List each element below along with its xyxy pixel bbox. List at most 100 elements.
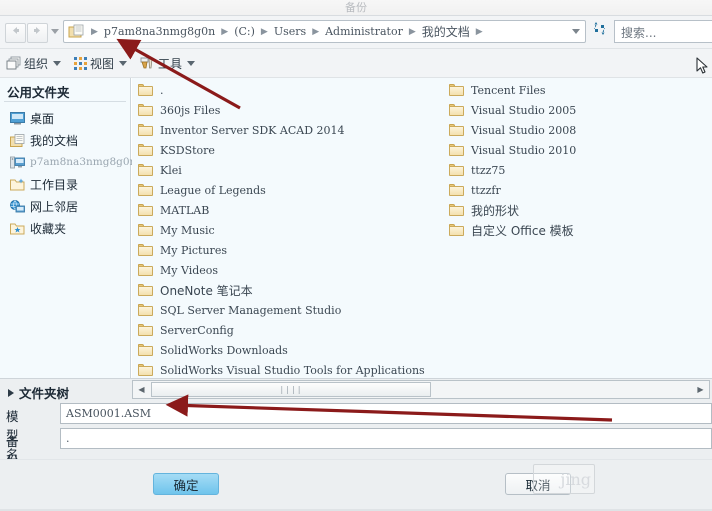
address-dropdown-button[interactable] [572,29,580,34]
chevron-down-icon [187,60,196,66]
file-row[interactable]: SolidWorks Visual Studio Tools for Appli… [138,360,458,378]
forward-arrow-icon [34,27,40,34]
file-row[interactable]: League of Legends [138,180,458,200]
breadcrumb-separator: ▶ [221,26,229,36]
sidebar-item-label: 我的文档 [30,133,79,148]
horizontal-scrollbar[interactable]: ◀ |||| ▶ [132,380,710,399]
file-row[interactable]: Tencent Files [449,80,709,100]
breadcrumb-item-administrator[interactable]: Administrator [322,25,406,38]
folder-icon [449,144,464,156]
working-directory-icon [10,178,25,190]
model-name-field[interactable]: ASM0001.ASM [60,403,712,424]
scrollbar-thumb[interactable]: |||| [151,382,431,397]
file-row[interactable]: ttzz75 [449,160,709,180]
folder-tree-bar: 文件夹树 ◀ |||| ▶ [0,378,712,403]
file-list-column-1: . 360js Files Inventor Server SDK ACAD 2… [138,80,458,378]
toolbar-organize-button[interactable]: 组织 [6,53,62,73]
file-row[interactable]: 自定义 Office 模板 [449,220,709,240]
refresh-button[interactable] [590,21,610,42]
folder-tree-expander[interactable]: 文件夹树 [8,383,69,402]
folder-icon [138,204,153,216]
file-name: ServerConfig [160,323,234,337]
file-row[interactable]: My Videos [138,260,458,280]
file-name: Inventor Server SDK ACAD 2014 [160,123,345,137]
folder-open-icon [68,24,84,38]
sidebar-item-my-documents[interactable]: 我的文档 [10,130,78,150]
file-name: 360js Files [160,103,221,117]
ok-button[interactable]: 确定 [153,473,219,495]
file-row[interactable]: 我的形状 [449,200,709,220]
scroll-left-arrow-icon[interactable]: ◀ [134,382,149,397]
file-row[interactable]: My Pictures [138,240,458,260]
file-row[interactable]: Visual Studio 2005 [449,100,709,120]
toolbar-tools-button[interactable]: 工具 [140,53,196,73]
file-row[interactable]: ServerConfig [138,320,458,340]
sidebar-item-working-directory[interactable]: 工作目录 [10,174,78,194]
main-body: 公用文件夹 桌面 我的文档 p7am8na3nmg8g0n 工作目录 网上邻居 … [0,78,712,378]
folder-icon [138,104,153,116]
breadcrumb-item-computer[interactable]: p7am8na3nmg8g0n [101,25,218,38]
sidebar-item-label: p7am8na3nmg8g0n [30,156,137,168]
folder-icon [138,324,153,336]
toolbar-view-button[interactable]: 视图 [74,53,128,73]
file-row[interactable]: Visual Studio 2008 [449,120,709,140]
mouse-pointer-icon [696,57,708,74]
file-row[interactable]: . [138,80,458,100]
file-row[interactable]: Visual Studio 2010 [449,140,709,160]
file-row[interactable]: ttzzfr [449,180,709,200]
file-row[interactable]: SQL Server Management Studio [138,300,458,320]
scrollbar-grip: |||| [279,385,303,394]
file-row[interactable]: SolidWorks Downloads [138,340,458,360]
sidebar-item-favorites[interactable]: 收藏夹 [10,218,66,238]
folder-icon [449,124,464,136]
folder-tree-label: 文件夹树 [19,386,70,401]
file-row[interactable]: Inventor Server SDK ACAD 2014 [138,120,458,140]
search-input[interactable]: 搜索... [614,20,712,43]
file-list-column-2: Tencent Files Visual Studio 2005 Visual … [449,80,709,240]
sidebar-item-computer[interactable]: p7am8na3nmg8g0n [10,152,136,172]
folder-icon [138,224,153,236]
chevron-down-icon [119,60,128,66]
file-name: Visual Studio 2010 [471,143,577,157]
backup-to-field[interactable]: . [60,428,712,449]
history-dropdown-button[interactable] [51,29,59,34]
address-bar[interactable]: ▶ p7am8na3nmg8g0n ▶ (C:) ▶ Users ▶ Admin… [63,20,586,43]
scroll-right-arrow-icon[interactable]: ▶ [693,382,708,397]
documents-icon [10,133,25,147]
back-button[interactable] [5,23,26,43]
title-bar: 备份 [0,0,712,16]
breadcrumb-item-drive[interactable]: (C:) [231,25,258,38]
breadcrumb-separator: ▶ [475,26,483,36]
network-icon [10,199,25,212]
sidebar: 公用文件夹 桌面 我的文档 p7am8na3nmg8g0n 工作目录 网上邻居 … [0,78,136,378]
file-name: ttzz75 [471,163,506,177]
triangle-right-icon [8,388,14,397]
file-name: Klei [160,163,182,177]
breadcrumb-item-users[interactable]: Users [271,25,309,38]
folder-icon [138,144,153,156]
button-bar: 确定 取消 [0,459,712,511]
folder-icon [138,344,153,356]
sidebar-title: 公用文件夹 [7,85,70,100]
sidebar-item-label: 网上邻居 [30,199,79,214]
file-name: SolidWorks Downloads [160,343,288,357]
sidebar-item-desktop[interactable]: 桌面 [10,108,54,128]
file-name: 我的形状 [471,203,520,218]
tools-icon [140,56,153,69]
file-row[interactable]: My Music [138,220,458,240]
file-row[interactable]: 360js Files [138,100,458,120]
file-list[interactable]: . 360js Files Inventor Server SDK ACAD 2… [132,78,712,378]
file-row[interactable]: OneNote 笔记本 [138,280,458,300]
folder-icon [449,164,464,176]
organize-icon [6,56,21,70]
sidebar-item-network[interactable]: 网上邻居 [10,196,78,216]
folder-icon [138,264,153,276]
file-row[interactable]: MATLAB [138,200,458,220]
forward-button[interactable] [27,23,48,43]
file-name: 自定义 Office 模板 [471,223,574,238]
breadcrumb-separator: ▶ [408,26,416,36]
file-name: League of Legends [160,183,266,197]
file-row[interactable]: Klei [138,160,458,180]
breadcrumb-item-documents[interactable]: 我的文档 [419,23,473,40]
file-row[interactable]: KSDStore [138,140,458,160]
